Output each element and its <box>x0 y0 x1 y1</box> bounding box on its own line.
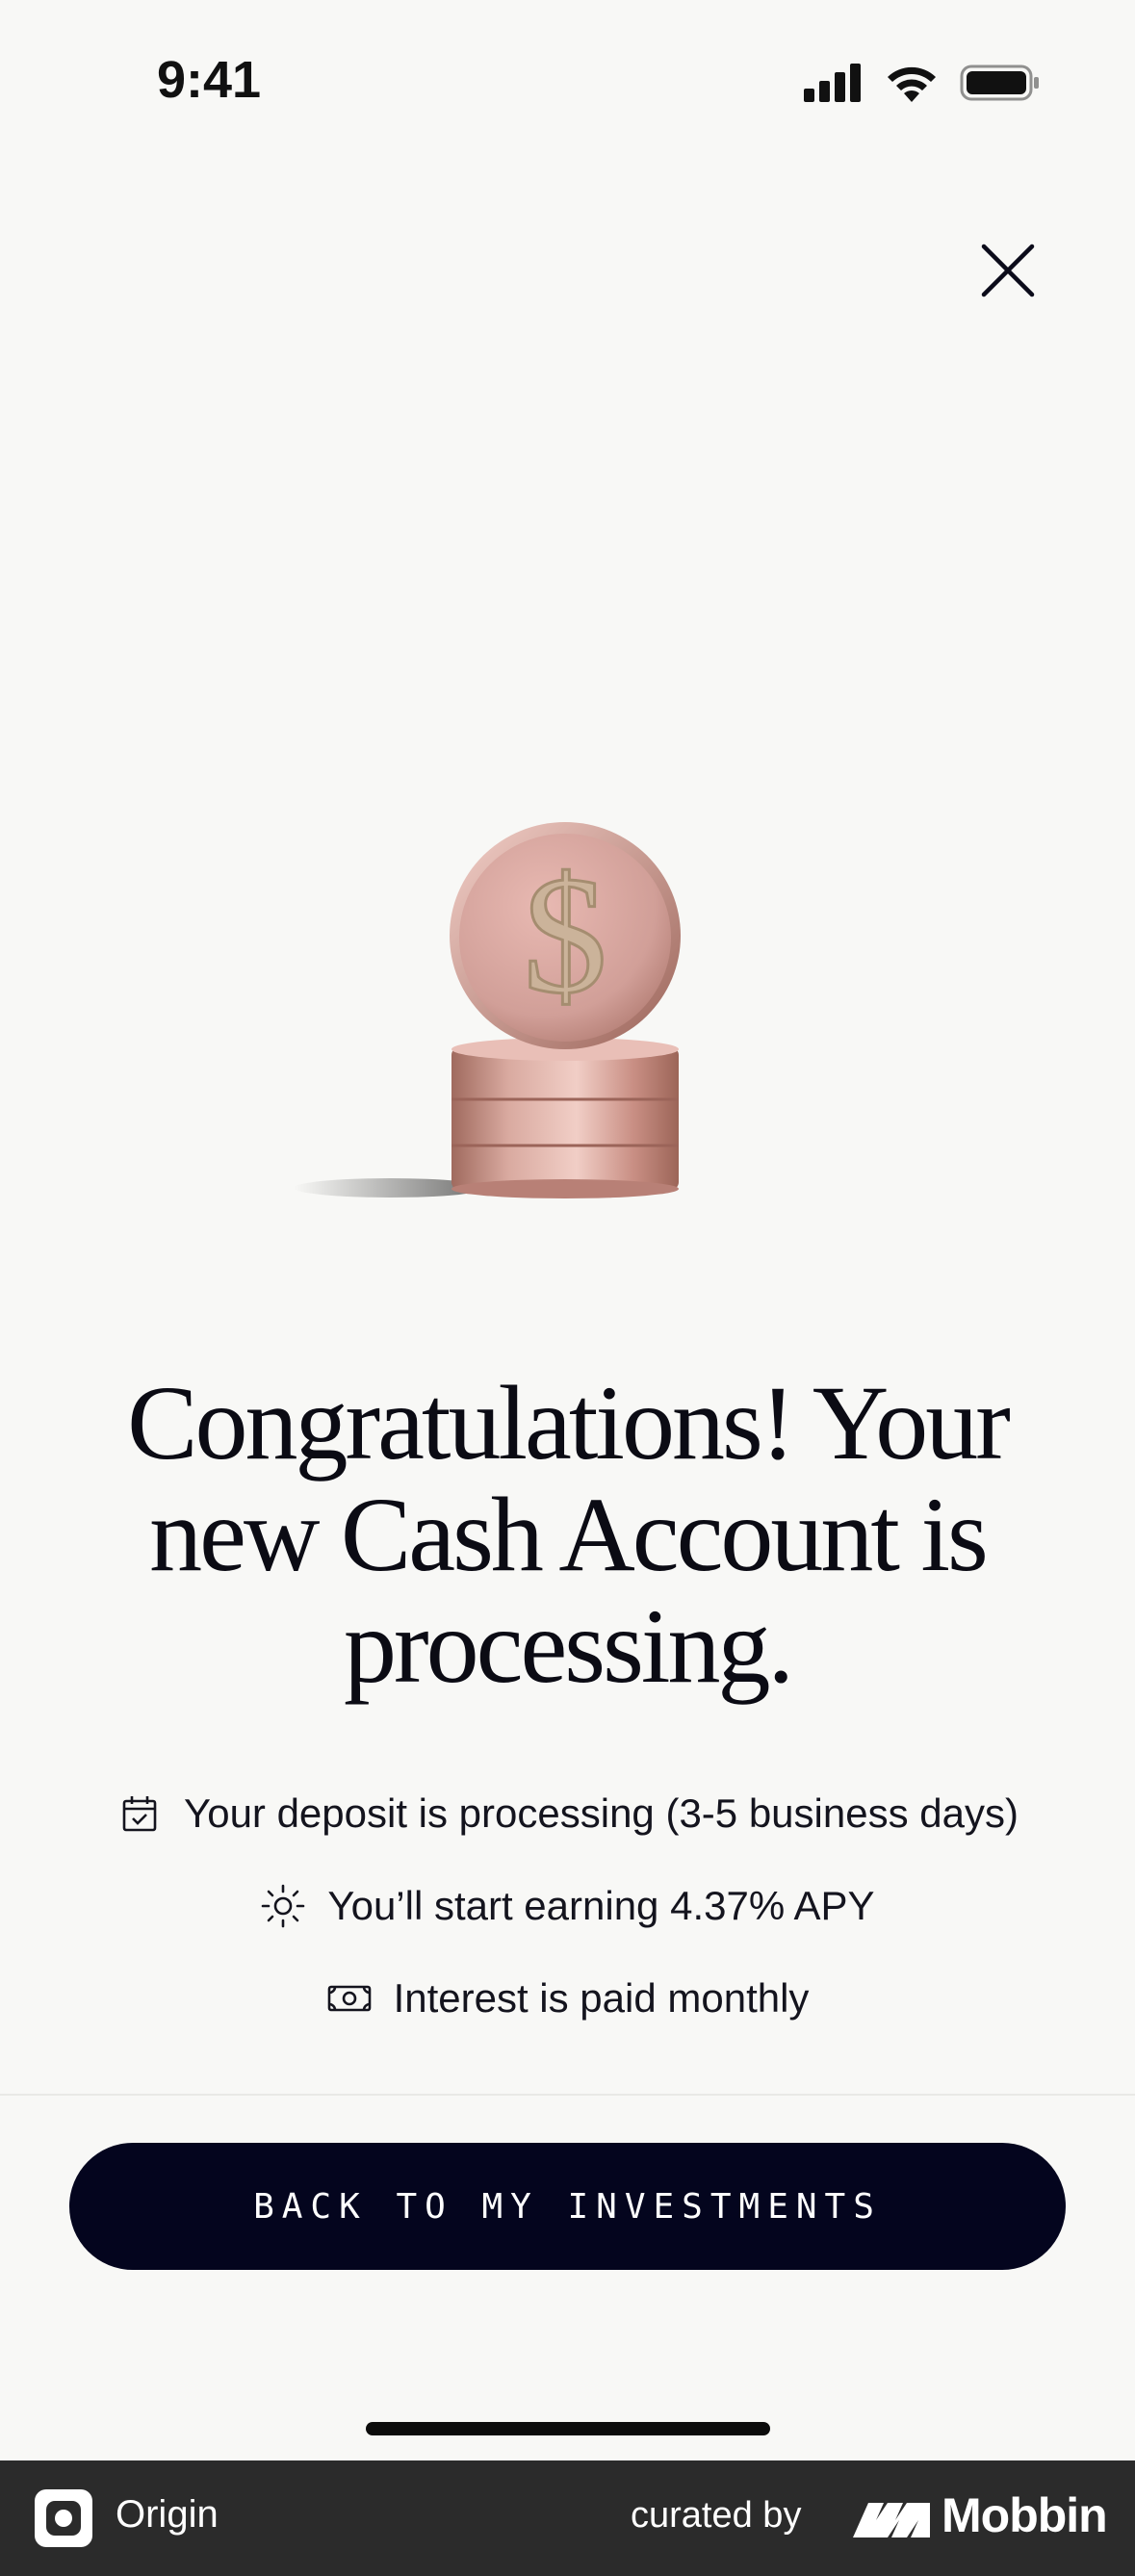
headline-line-2: new Cash Account is <box>149 1476 989 1593</box>
list-item: Your deposit is processing (3-5 business… <box>0 1767 1135 1860</box>
back-to-investments-button[interactable]: BACK TO MY INVESTMENTS <box>69 2143 1066 2270</box>
mobbin-logo-icon <box>853 2503 930 2537</box>
sun-icon <box>260 1883 306 1929</box>
mobbin-brand: Mobbin <box>942 2488 1108 2542</box>
feature-list: Your deposit is processing (3-5 business… <box>0 1767 1135 2045</box>
home-indicator <box>366 2422 770 2435</box>
origin-logo-icon <box>35 2489 92 2547</box>
calendar-check-icon <box>116 1790 163 1837</box>
svg-text:$: $ <box>523 841 607 1028</box>
close-icon <box>981 244 1035 297</box>
status-bar: 9:41 <box>0 0 1135 164</box>
divider <box>0 2094 1135 2096</box>
cellular-signal-icon <box>804 64 861 102</box>
cash-bill-icon <box>326 1975 373 2022</box>
status-icons <box>804 64 1041 102</box>
footer-bar: Origin curated by Mobbin <box>0 2460 1135 2576</box>
feature-text: You’ll start earning 4.37% APY <box>327 1883 875 1928</box>
close-button[interactable] <box>978 241 1038 300</box>
headline: Congratulations! Your new Cash Account i… <box>77 1367 1058 1702</box>
status-time: 9:41 <box>157 51 262 109</box>
list-item: Interest is paid monthly <box>0 1952 1135 2045</box>
list-item: You’ll start earning 4.37% APY <box>0 1860 1135 1952</box>
headline-line-1: Congratulations! Your <box>127 1364 1011 1481</box>
feature-text: Your deposit is processing (3-5 business… <box>184 1790 1019 1836</box>
wifi-icon <box>888 66 936 102</box>
app-name: Origin <box>116 2493 219 2536</box>
curated-by-text: curated by <box>631 2495 802 2536</box>
headline-line-3: processing. <box>344 1587 794 1705</box>
coin-stack-illustration: $ <box>294 822 681 1198</box>
feature-text: Interest is paid monthly <box>393 1975 810 2021</box>
battery-icon <box>960 64 1039 101</box>
